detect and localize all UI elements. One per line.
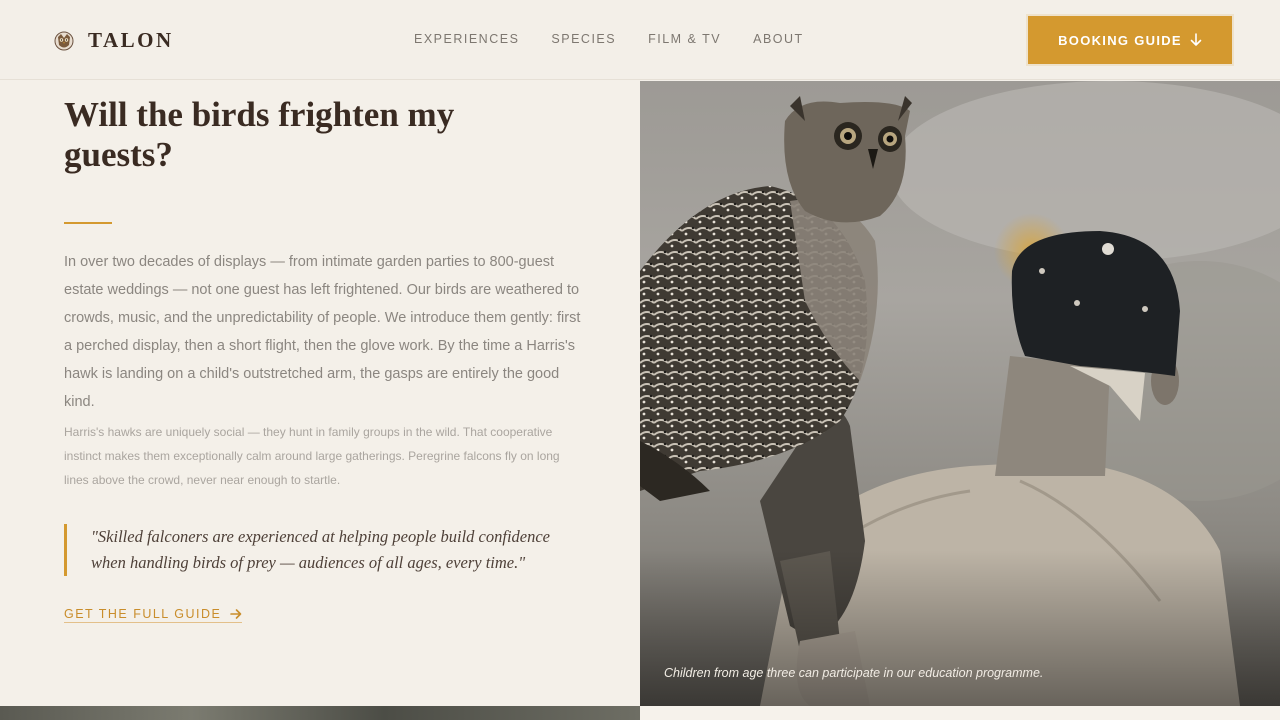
testimonial-quote: "Skilled falconers are experienced at he… — [64, 524, 584, 576]
nav-item-about[interactable]: ABOUT — [753, 32, 804, 46]
accent-divider — [64, 222, 112, 224]
next-section-background — [640, 706, 1280, 720]
falconer-owl-illustration — [640, 81, 1280, 706]
owl-icon — [54, 31, 74, 50]
main-nav: EXPERIENCES SPECIES FILM & TV ABOUT — [414, 32, 836, 46]
booking-guide-label: BOOKING GUIDE — [1058, 32, 1182, 48]
booking-guide-button[interactable]: BOOKING GUIDE — [1028, 16, 1232, 64]
site-header: TALON EXPERIENCES SPECIES FILM & TV ABOU… — [0, 0, 1280, 80]
full-guide-link[interactable]: GET THE FULL GUIDE — [64, 607, 243, 623]
nav-item-film-tv[interactable]: FILM & TV — [648, 32, 721, 46]
section-title: Will the birds frighten my guests? — [64, 95, 455, 174]
photo-caption: Children from age three can participate … — [664, 666, 1044, 680]
faq-section: Will the birds frighten my guests? In ov… — [0, 81, 640, 706]
intro-paragraph: In over two decades of displays — from i… — [64, 254, 581, 410]
brand-name: TALON — [88, 28, 174, 52]
full-guide-label: GET THE FULL GUIDE — [64, 607, 222, 621]
falconer-photo: Children from age three can participate … — [640, 81, 1280, 706]
detail-paragraph: Harris's hawks are uniquely social — the… — [64, 425, 560, 487]
arrow-down-icon — [1190, 33, 1202, 46]
nav-item-experiences[interactable]: EXPERIENCES — [414, 32, 519, 46]
logo[interactable]: TALON — [54, 28, 174, 53]
nav-item-species[interactable]: SPECIES — [551, 32, 616, 46]
arrow-right-icon — [230, 609, 242, 619]
next-section-image-strip — [0, 706, 640, 720]
